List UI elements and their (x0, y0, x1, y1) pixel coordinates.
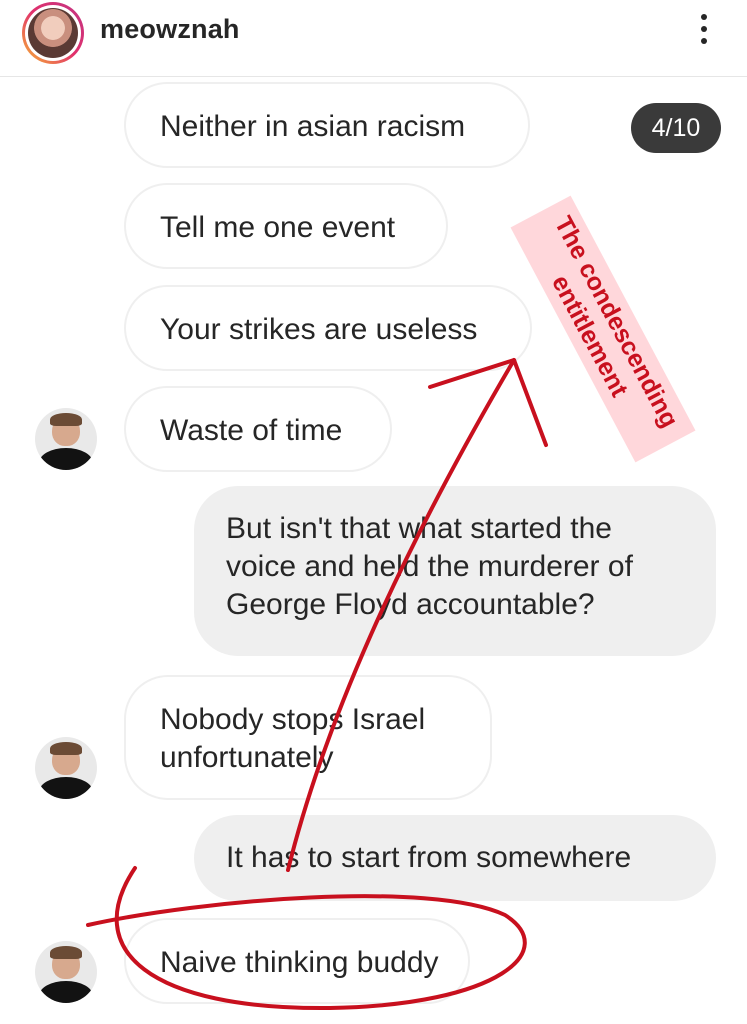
message-text-line: George Floyd accountable? (226, 588, 595, 621)
message-text: Neither in asian racism (160, 110, 466, 143)
message-bubble-incoming: Your strikes are useless (124, 285, 532, 371)
menu-dot (701, 26, 707, 32)
message-text-line: voice and held the murderer of (226, 550, 633, 583)
message-bubble-incoming: Waste of time (124, 386, 392, 472)
message-text: Waste of time (160, 414, 343, 447)
menu-dot (701, 38, 707, 44)
message-bubble-incoming: Naive thinking buddy (124, 918, 470, 1004)
sender-avatar[interactable] (35, 737, 97, 799)
message-bubble-incoming: Neither in asian racism (124, 82, 530, 168)
annotation-arrowhead (428, 358, 548, 447)
username[interactable]: meowznah (100, 14, 240, 45)
message-bubble-outgoing: But isn't that what started the voice an… (194, 486, 716, 656)
avatar-hair (50, 413, 82, 426)
menu-dot (701, 14, 707, 20)
message-text-line: unfortunately (160, 741, 334, 774)
more-vertical-icon[interactable] (692, 14, 716, 50)
message-text: Your strikes are useless (160, 313, 478, 346)
avatar-shirt (39, 981, 93, 1003)
annotation-label: The condescending entitlement (510, 195, 696, 463)
message-text: It has to start from somewhere (226, 841, 632, 874)
chat-header: meowznah (0, 0, 747, 77)
avatar-hair (50, 946, 82, 959)
avatar-ring (25, 5, 81, 61)
sender-avatar[interactable] (35, 408, 97, 470)
message-bubble-incoming: Tell me one event (124, 183, 448, 269)
avatar-photo (28, 8, 78, 58)
message-text: Tell me one event (160, 211, 396, 244)
avatar-shirt (39, 777, 93, 799)
profile-avatar[interactable] (22, 2, 84, 64)
sender-avatar[interactable] (35, 941, 97, 1003)
message-bubble-outgoing: It has to start from somewhere (194, 815, 716, 901)
message-text: Naive thinking buddy (160, 946, 439, 979)
message-text-line: Nobody stops Israel (160, 703, 426, 736)
image-counter-badge: 4/10 (631, 103, 721, 153)
avatar-shirt (39, 448, 93, 470)
message-bubble-incoming: Nobody stops Israel unfortunately (124, 675, 492, 800)
message-text-line: But isn't that what started the (226, 512, 612, 545)
avatar-hair (50, 742, 82, 755)
